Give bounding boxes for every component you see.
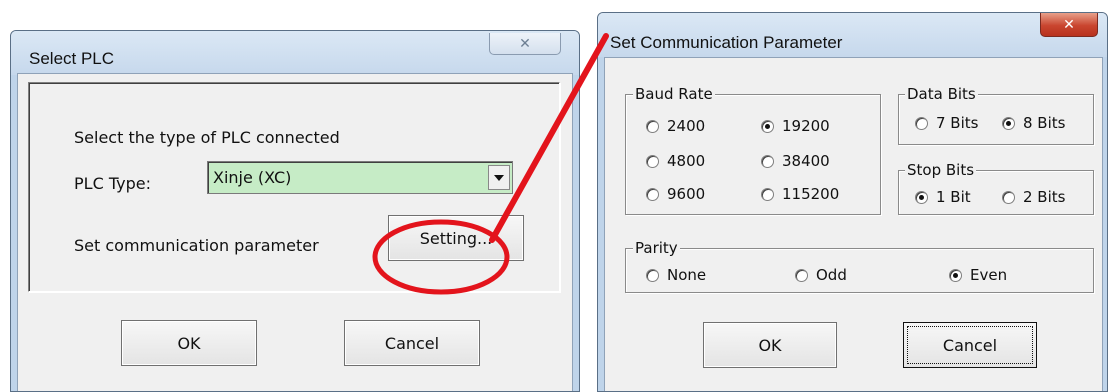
- dropdown-button[interactable]: [488, 165, 510, 190]
- data-8-bits-radio[interactable]: 8 Bits: [1002, 114, 1065, 132]
- close-icon: ✕: [519, 35, 531, 52]
- radio-button[interactable]: [949, 268, 962, 282]
- radio-button[interactable]: [915, 116, 928, 130]
- radio-button[interactable]: [646, 187, 659, 201]
- stop-bits-title: Stop Bits: [905, 161, 977, 179]
- radio-button[interactable]: [761, 187, 774, 201]
- baud-9600-radio[interactable]: 9600: [646, 185, 705, 203]
- radio-label: None: [667, 266, 707, 284]
- radio-button[interactable]: [646, 268, 659, 282]
- radio-button[interactable]: [761, 119, 774, 133]
- comm-param-label: Set communication parameter: [74, 236, 319, 255]
- chevron-down-icon: [494, 174, 504, 181]
- setting-button[interactable]: Setting...: [388, 215, 524, 261]
- radio-button[interactable]: [1002, 190, 1015, 204]
- radio-label: 38400: [782, 152, 830, 170]
- radio-button[interactable]: [761, 154, 774, 168]
- baud-19200-radio[interactable]: 19200: [761, 117, 830, 135]
- plc-type-prompt: Select the type of PLC connected: [74, 128, 340, 147]
- radio-button[interactable]: [646, 154, 659, 168]
- dialog-body: Baud Rate 2400 19200 4800 38400 9600 115…: [604, 57, 1103, 391]
- dialog-body: Select the type of PLC connected PLC Typ…: [17, 73, 573, 391]
- close-icon: ✕: [1063, 16, 1075, 33]
- plc-type-value: Xinje (XC): [213, 168, 292, 187]
- ok-button[interactable]: OK: [703, 322, 837, 368]
- parity-even-radio[interactable]: Even: [949, 266, 1007, 284]
- radio-label: Even: [970, 266, 1008, 284]
- cancel-button[interactable]: Cancel: [903, 322, 1037, 368]
- dialog-title: Set Communication Parameter: [610, 33, 843, 52]
- baud-2400-radio[interactable]: 2400: [646, 117, 705, 135]
- stop-1-bit-radio[interactable]: 1 Bit: [915, 188, 971, 206]
- radio-label: 2400: [667, 117, 706, 135]
- baud-38400-radio[interactable]: 38400: [761, 152, 830, 170]
- stop-2-bits-radio[interactable]: 2 Bits: [1002, 188, 1065, 206]
- parity-odd-radio[interactable]: Odd: [795, 266, 847, 284]
- plc-type-select[interactable]: Xinje (XC): [207, 161, 513, 194]
- radio-label: 1 Bit: [936, 188, 971, 206]
- radio-label: 19200: [782, 117, 830, 135]
- select-plc-dialog: Select PLC ✕ Select the type of PLC conn…: [10, 30, 580, 392]
- baud-115200-radio[interactable]: 115200: [761, 185, 839, 203]
- baud-4800-radio[interactable]: 4800: [646, 152, 705, 170]
- close-button[interactable]: ✕: [489, 33, 561, 55]
- dialog-title: Select PLC: [29, 49, 115, 68]
- close-button[interactable]: ✕: [1040, 13, 1098, 37]
- radio-label: 8 Bits: [1023, 114, 1066, 132]
- cancel-button[interactable]: Cancel: [344, 320, 480, 366]
- data-7-bits-radio[interactable]: 7 Bits: [915, 114, 978, 132]
- parity-title: Parity: [633, 239, 680, 257]
- ok-button[interactable]: OK: [121, 320, 257, 366]
- radio-label: 9600: [667, 185, 706, 203]
- radio-button[interactable]: [795, 268, 808, 282]
- plc-type-label: PLC Type:: [74, 174, 151, 193]
- radio-label: 4800: [667, 152, 706, 170]
- radio-label: 115200: [782, 185, 840, 203]
- radio-label: 2 Bits: [1023, 188, 1066, 206]
- baud-rate-title: Baud Rate: [633, 85, 715, 103]
- radio-button[interactable]: [1002, 116, 1015, 130]
- parity-none-radio[interactable]: None: [646, 266, 706, 284]
- radio-button[interactable]: [915, 190, 928, 204]
- data-bits-title: Data Bits: [905, 85, 978, 103]
- radio-label: 7 Bits: [936, 114, 979, 132]
- radio-button[interactable]: [646, 119, 659, 133]
- radio-label: Odd: [816, 266, 847, 284]
- comm-param-dialog: Set Communication Parameter ✕ Baud Rate …: [597, 12, 1108, 392]
